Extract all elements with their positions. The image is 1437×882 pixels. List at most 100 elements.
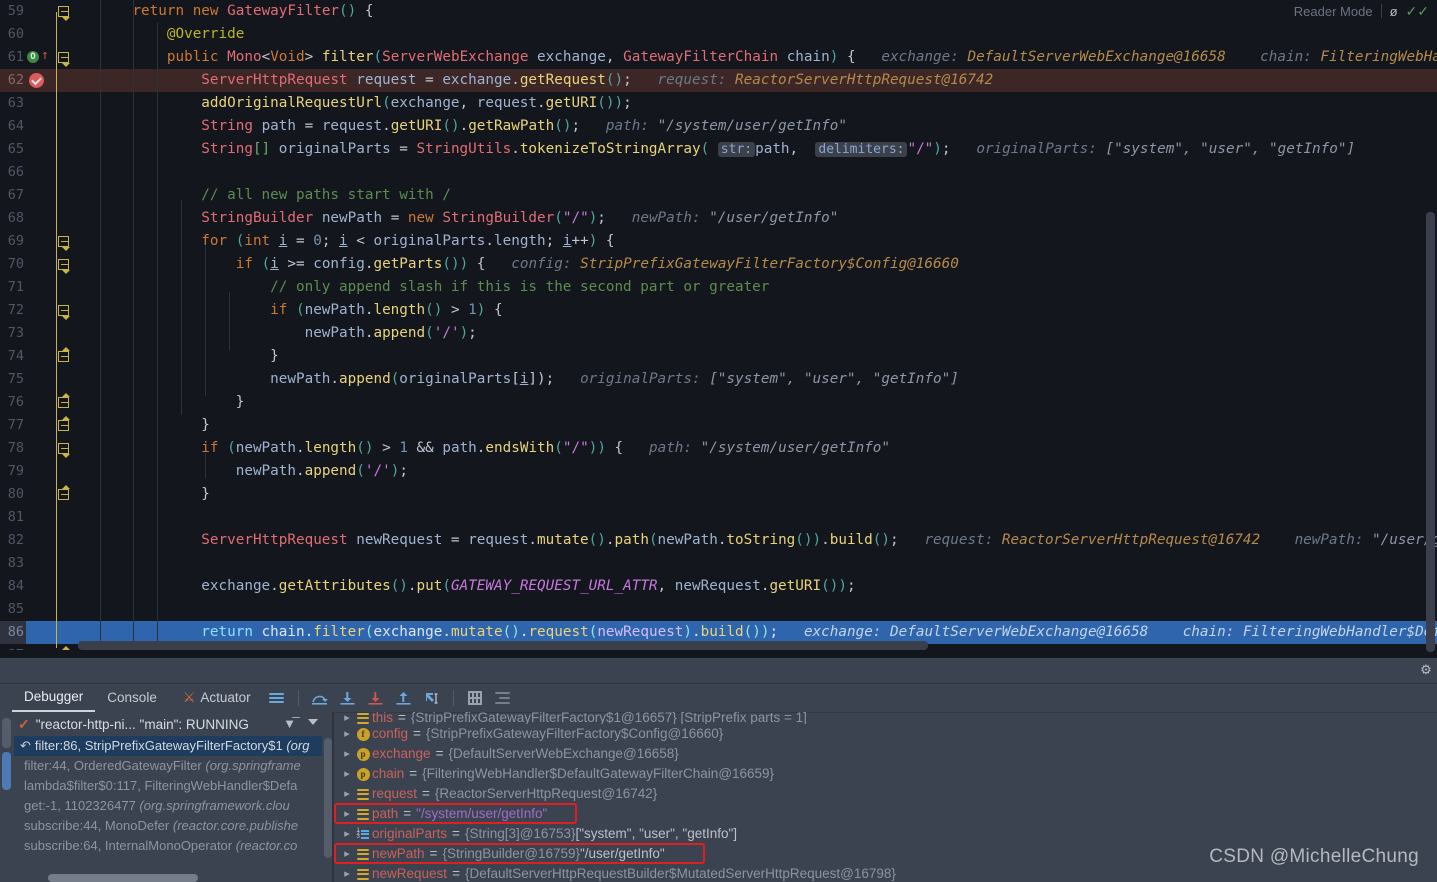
code-text[interactable]: return new GatewayFilter() { (98, 0, 1437, 23)
fold-end-icon[interactable] (58, 393, 70, 408)
overriding-arrow-icon[interactable]: ↑ (41, 49, 49, 63)
expand-chevron-icon[interactable]: ▸ (340, 784, 354, 804)
code-text[interactable]: // all new paths start with / (98, 184, 1437, 207)
debug-toolbar[interactable]: Debugger Console ⚔ Actuator (0, 684, 1437, 712)
code-text[interactable]: public Mono<Void> filter(ServerWebExchan… (98, 46, 1437, 69)
fold-marker-area[interactable] (54, 598, 78, 621)
code-line[interactable]: 60 @Override (0, 23, 1437, 46)
gutter-icon-area[interactable] (26, 230, 54, 253)
inspections-ok-icon[interactable]: ✓✓ (1406, 4, 1429, 18)
frames-list[interactable]: ↶ filter:86, StripPrefixGatewayFilterFact… (14, 736, 322, 882)
editor-horizontal-scrollbar-track[interactable] (78, 641, 1418, 650)
code-line[interactable]: 83 (0, 552, 1437, 575)
gutter-icon-area[interactable] (26, 598, 54, 621)
code-text[interactable] (98, 598, 1437, 621)
variables-panel[interactable]: ▸ this = {StripPrefixGatewayFilterFactory$1… (334, 712, 1437, 882)
code-text[interactable] (98, 552, 1437, 575)
gutter-icon-area[interactable] (26, 575, 54, 598)
code-text[interactable] (98, 506, 1437, 529)
fold-marker-area[interactable] (54, 345, 78, 368)
hidden-eye-icon[interactable]: ø (1390, 5, 1398, 18)
code-text[interactable]: String[] originalParts = StringUtils.tok… (98, 138, 1437, 161)
fold-marker-area[interactable] (54, 437, 78, 460)
gutter-icon-area[interactable] (26, 529, 54, 552)
code-line[interactable]: 75 newPath.append(originalParts[i]); ori… (0, 368, 1437, 391)
force-step-into-icon[interactable] (365, 688, 387, 708)
code-line[interactable]: 82 ServerHttpRequest newRequest = reques… (0, 529, 1437, 552)
variable-row[interactable]: ▸ path = "/system/user/getInfo" (334, 804, 1437, 824)
gutter-icon-area[interactable] (26, 69, 54, 92)
fold-marker-area[interactable] (54, 230, 78, 253)
code-text[interactable]: newPath.append('/'); (98, 322, 1437, 345)
fold-end-icon[interactable] (58, 485, 70, 500)
fold-marker-area[interactable] (54, 138, 78, 161)
code-line[interactable]: 64 String path = request.getURI().getRaw… (0, 115, 1437, 138)
fold-marker-area[interactable] (54, 552, 78, 575)
mute-breakpoints-icon[interactable] (492, 688, 514, 708)
code-text[interactable]: StringBuilder newPath = new StringBuilde… (98, 207, 1437, 230)
variable-row[interactable]: ▸ p chain = {FilteringWebHandler$DefaultGate… (334, 764, 1437, 784)
code-line[interactable]: 76 } (0, 391, 1437, 414)
fold-marker-area[interactable] (54, 529, 78, 552)
code-text[interactable]: exchange.getAttributes().put(GATEWAY_REQ… (98, 575, 1437, 598)
expand-chevron-icon[interactable]: ▸ (340, 712, 354, 724)
code-line[interactable]: 74 } (0, 345, 1437, 368)
frames-horizontal-scrollbar[interactable] (48, 874, 198, 882)
code-text[interactable]: } (98, 483, 1437, 506)
fold-marker-area[interactable] (54, 506, 78, 529)
tab-actuator[interactable]: ⚔ Actuator (169, 685, 263, 712)
code-line[interactable]: 59 return new GatewayFilter() { (0, 0, 1437, 23)
fold-marker-area[interactable] (54, 46, 78, 69)
frame-row[interactable]: subscribe:44, MonoDefer (reactor.core.pu… (14, 816, 322, 836)
code-line[interactable]: 80 } (0, 483, 1437, 506)
code-line[interactable]: 79 newPath.append('/'); (0, 460, 1437, 483)
gutter-icon-area[interactable] (26, 437, 54, 460)
fold-marker-area[interactable] (54, 161, 78, 184)
code-text[interactable]: newPath.append('/'); (98, 460, 1437, 483)
gutter-icon-area[interactable] (26, 322, 54, 345)
evaluate-expression-icon[interactable] (464, 688, 486, 708)
code-text[interactable]: addOriginalRequestUrl(exchange, request.… (98, 92, 1437, 115)
thread-selector[interactable]: ✓ "reactor-http-ni... "main": RUNNING ▼̅ (0, 712, 332, 736)
code-line[interactable]: 68 StringBuilder newPath = new StringBui… (0, 207, 1437, 230)
code-line[interactable]: 70 if (i >= config.getParts()) { config:… (0, 253, 1437, 276)
code-line[interactable]: 66 (0, 161, 1437, 184)
step-out-icon[interactable] (393, 688, 415, 708)
code-line[interactable]: 72 if (newPath.length() > 1) { (0, 299, 1437, 322)
fold-collapse-icon[interactable] (58, 259, 70, 274)
fold-collapse-icon[interactable] (58, 52, 70, 67)
breakpoint-icon[interactable] (29, 73, 44, 88)
expand-chevron-icon[interactable]: ▸ (340, 864, 354, 882)
expand-chevron-icon[interactable]: ▸ (340, 824, 354, 844)
code-line[interactable]: 71 // only append slash if this is the s… (0, 276, 1437, 299)
gutter-icon-area[interactable] (26, 276, 54, 299)
code-text[interactable]: if (newPath.length() > 1 && path.endsWit… (98, 437, 1437, 460)
reader-mode-bar[interactable]: Reader Mode ø ✓✓ (1294, 0, 1437, 22)
fold-collapse-icon[interactable] (58, 6, 70, 21)
gutter-icon-area[interactable] (26, 552, 54, 575)
code-text[interactable] (98, 161, 1437, 184)
code-text[interactable]: ServerHttpRequest request = exchange.get… (98, 69, 1437, 92)
gutter-icon-area[interactable] (26, 299, 54, 322)
fold-marker-area[interactable] (54, 414, 78, 437)
gutter-icon-area[interactable] (26, 92, 54, 115)
fold-marker-area[interactable] (54, 276, 78, 299)
fold-marker-area[interactable] (54, 299, 78, 322)
code-line[interactable]: 84 exchange.getAttributes().put(GATEWAY_… (0, 575, 1437, 598)
code-lines[interactable]: 59 return new GatewayFilter() {60 @Overr… (0, 0, 1437, 658)
show-execution-point-icon[interactable] (266, 688, 288, 708)
editor-horizontal-scrollbar-thumb[interactable] (78, 641, 928, 650)
gutter-icon-area[interactable] (26, 345, 54, 368)
gutter-icon-area[interactable] (26, 483, 54, 506)
code-text[interactable]: if (i >= config.getParts()) { config: St… (98, 253, 1437, 276)
fold-collapse-icon[interactable] (58, 305, 70, 320)
code-text[interactable]: @Override (98, 23, 1437, 46)
gutter-icon-area[interactable] (26, 138, 54, 161)
run-to-cursor-icon[interactable] (421, 688, 443, 708)
gutter-icon-area[interactable] (26, 414, 54, 437)
gutter-icon-area[interactable] (26, 23, 54, 46)
fold-marker-area[interactable] (54, 0, 78, 23)
frames-scroll-marker-active[interactable] (2, 752, 11, 790)
tab-debugger[interactable]: Debugger (12, 685, 96, 712)
code-line[interactable]: 67 // all new paths start with / (0, 184, 1437, 207)
